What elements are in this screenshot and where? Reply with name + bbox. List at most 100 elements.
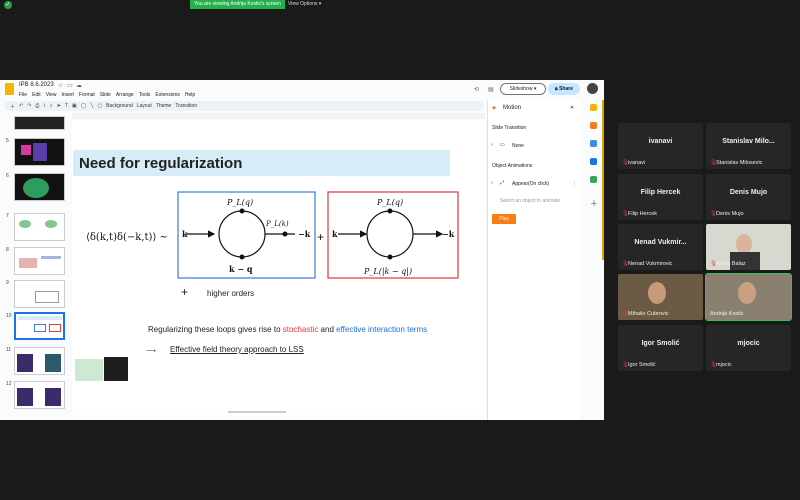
chevron-right-icon[interactable]: › [491,142,493,148]
participant-tile[interactable]: Stanislav Milo... 🎙︎ Stanislav Milosevic [706,123,791,169]
menu-help[interactable]: Help [185,92,195,98]
participant-label: Andrija Kostic [710,311,744,317]
avatar[interactable] [587,83,598,94]
right-bottom-label: P_L(|k − q|) [363,267,412,276]
comment-icon[interactable]: ▤ [488,86,494,93]
reg-prefix: Regularizing these loops gives rise to [148,325,283,334]
close-icon[interactable]: ✕ [570,105,574,111]
participant-label: mjocic [716,362,732,368]
shape-icon[interactable]: ◯ [81,103,87,109]
participant-label: Stanislav Milosevic [716,160,763,166]
select-icon[interactable]: ➤ [57,103,61,109]
motion-panel: ◆ Motion ✕ Slide Transition › ▭ None Obj… [487,100,580,420]
paint-format-icon[interactable]: ⌇ [43,103,45,109]
menu-insert[interactable]: Insert [61,92,74,98]
drag-handle-icon[interactable]: ⋮ [572,181,577,187]
transition-button[interactable]: Transition [175,103,197,109]
maps-icon[interactable] [590,176,597,183]
ruler [72,113,485,119]
transition-none[interactable]: None [512,143,524,149]
history-icon[interactable]: ⟲ [474,86,479,93]
zoom-icon[interactable]: ⌕ [50,103,53,109]
redo-icon[interactable]: ↷ [27,103,31,109]
menu-extensions[interactable]: Extensions [155,92,179,98]
print-icon[interactable]: ⎙ [35,103,39,109]
slides-logo-icon[interactable] [5,83,14,95]
participant-video-tile-speaking[interactable]: Andrija Kostic [705,273,792,321]
undo-icon[interactable]: ↶ [19,103,23,109]
cloud-icon[interactable]: ☁ [76,82,82,89]
slide-thumbnail[interactable] [14,138,65,166]
shield-icon[interactable]: ✓ [4,1,12,9]
reg-effective: effective interaction terms [336,325,428,334]
calendar-icon[interactable] [590,140,597,147]
slide-number: 5 [6,138,9,144]
doc-title[interactable]: IPB 8.6.2023 [19,82,54,88]
right-top-label: P_L(q) [376,198,403,207]
participant-tile[interactable]: mjocic 🎙︎ mjocic [706,325,791,371]
layout-button[interactable]: Layout [137,103,152,109]
left-top-label: P_L(q) [226,198,253,207]
slideshow-button[interactable]: Slideshow ▾ [500,83,546,95]
share-button[interactable]: 🔒︎ Share [548,83,580,95]
slide-thumbnail[interactable] [14,173,65,201]
add-icon[interactable]: ＋ [10,103,15,110]
add-icon[interactable]: ＋ [590,200,598,208]
menu-format[interactable]: Format [79,92,95,98]
participant-tile[interactable]: Denis Mujo 🎙︎ Denis Mujo [706,174,791,220]
menu-file[interactable]: File [19,92,27,98]
slide-thumbnail[interactable] [14,247,65,275]
toolbar: ＋ ↶ ↷ ⎙ ⌇ ⌕ ➤ T ▣ ◯ ╲ ▢ Background Layou… [4,101,484,111]
higher-orders-text: higher orders [207,289,255,298]
participant-name: Stanislav Milo... [722,138,775,145]
background-button[interactable]: Background [106,103,133,109]
slide-thumbnail[interactable] [14,116,65,130]
participant-video-tile[interactable]: 🎙︎ Antun Balaz [706,224,791,270]
participant-label: Igor Smolić [628,362,656,368]
theme-button[interactable]: Theme [156,103,172,109]
folder-icon[interactable]: ▭ [67,82,73,89]
left-bottom-label: k − q [229,264,253,274]
zoom-slider[interactable] [228,411,286,413]
eft-text: Effective field theory approach to LSS [170,345,304,354]
tasks-icon[interactable] [590,122,597,129]
menu-arrange[interactable]: Arrange [116,92,134,98]
contacts-icon[interactable] [590,158,597,165]
keep-icon[interactable] [590,104,597,111]
comment-add-icon[interactable]: ▢ [97,103,102,109]
view-options-button[interactable]: View Options ▾ [288,0,321,9]
menu-tools[interactable]: Tools [139,92,151,98]
participant-tile[interactable]: Filip Hercek 🎙︎ Filip Hercek [618,174,703,220]
participant-name: Filip Hercek [640,189,681,196]
menu-view[interactable]: View [46,92,57,98]
participant-tile[interactable]: Igor Smolić 🎙︎ Igor Smolić [618,325,703,371]
slide-thumbnail[interactable] [14,280,65,308]
menu-slide[interactable]: Slide [100,92,111,98]
slide-thumbnail[interactable] [14,213,65,241]
slide-thumbnail[interactable] [14,347,65,375]
zoom-top-bar: ✓ You are viewing Andrija Kostic's scree… [0,0,800,10]
video-face [738,282,756,304]
right-vertex-top [387,208,393,214]
participant-video-tile[interactable]: 🎙︎ Mihailo Cubrovic [618,274,703,320]
slide-thumbnail-current[interactable] [14,312,65,340]
video-face [648,282,666,304]
participant-tile[interactable]: Nenad Vukmir... 🎙︎ Nenad Vukmirovic [618,224,703,270]
scroll-indicator[interactable] [602,100,604,260]
slide-number: 11 [6,347,12,353]
textbox-icon[interactable]: T [65,103,68,109]
line-icon[interactable]: ╲ [90,103,93,109]
menu-edit[interactable]: Edit [32,92,41,98]
participant-label: Denis Mujo [716,211,744,217]
animation-appear[interactable]: Appear [512,181,528,187]
arrow-icon: ⟶ [146,348,157,355]
slide-thumbnail[interactable] [14,381,65,409]
image-icon[interactable]: ▣ [72,103,77,109]
participant-tile[interactable]: ivanavi 🎙︎ ivanavi [618,123,703,169]
play-button[interactable]: Play [492,214,516,224]
higher-plus: + [181,285,189,299]
chevron-right-icon[interactable]: › [491,180,493,186]
participant-name: Nenad Vukmir... [634,239,687,246]
star-icon[interactable]: ☆ [58,82,63,89]
menu-bar: File Edit View Insert Format Slide Arran… [19,92,195,98]
